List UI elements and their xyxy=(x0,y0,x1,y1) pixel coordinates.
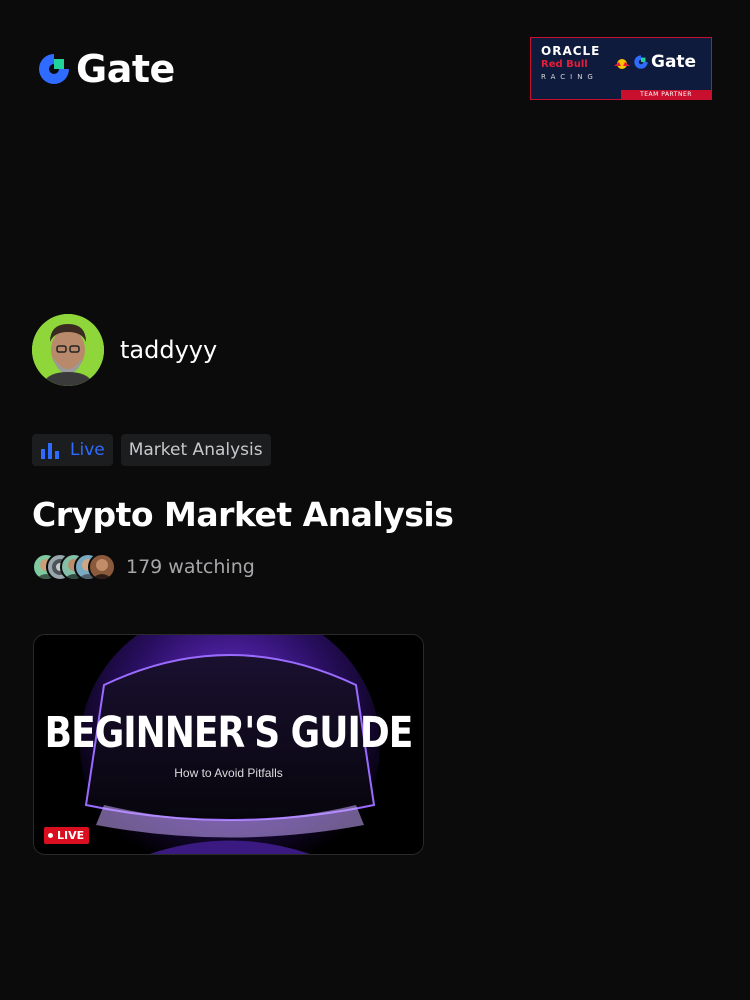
host-name[interactable]: taddyyy xyxy=(120,336,217,364)
host-avatar[interactable] xyxy=(32,314,104,386)
viewer-avatars xyxy=(32,553,116,581)
partner-banner[interactable]: ORACLE Red Bull RACING Gate TEAM PARTNER xyxy=(530,37,712,100)
live-stream-page: Gate ORACLE Red Bull RACING Gate TEAM PA… xyxy=(0,0,750,1000)
viewer-avatar xyxy=(88,553,116,581)
partner-line-racing: RACING xyxy=(541,73,598,81)
partner-line-redbull: Red Bull xyxy=(541,59,588,70)
watching-count: 179 watching xyxy=(126,556,255,578)
host-info[interactable]: taddyyy xyxy=(32,314,217,386)
partner-line-oracle: ORACLE xyxy=(541,44,601,58)
host-avatar-image xyxy=(32,314,104,386)
viewer-info: 179 watching xyxy=(32,553,255,581)
team-partner-label: TEAM PARTNER xyxy=(621,90,711,99)
gate-logo[interactable]: Gate xyxy=(36,50,175,88)
red-bull-icon xyxy=(614,59,630,69)
live-tag: Live xyxy=(32,434,113,466)
bar-chart-icon xyxy=(41,443,59,459)
partner-gate-text: Gate xyxy=(651,52,697,72)
stream-title: Crypto Market Analysis xyxy=(32,495,454,534)
partner-gate-logo: Gate xyxy=(633,52,696,72)
topic-tag[interactable]: Market Analysis xyxy=(120,434,271,466)
stream-tags: Live Market Analysis xyxy=(32,434,271,466)
live-tag-label: Live xyxy=(70,440,105,460)
dot-icon xyxy=(48,833,53,838)
card-headline: BEGINNER'S GUIDE xyxy=(44,709,414,758)
gate-logo-icon xyxy=(39,54,69,84)
gate-logo-text: Gate xyxy=(76,47,175,91)
stream-preview-card[interactable]: BEGINNER'S GUIDE How to Avoid Pitfalls L… xyxy=(33,634,424,855)
live-badge-label: LIVE xyxy=(57,829,85,842)
card-subtitle: How to Avoid Pitfalls xyxy=(174,766,283,780)
topic-tag-label: Market Analysis xyxy=(128,440,263,460)
live-badge: LIVE xyxy=(44,827,90,844)
gate-logo-icon-small xyxy=(634,55,648,69)
